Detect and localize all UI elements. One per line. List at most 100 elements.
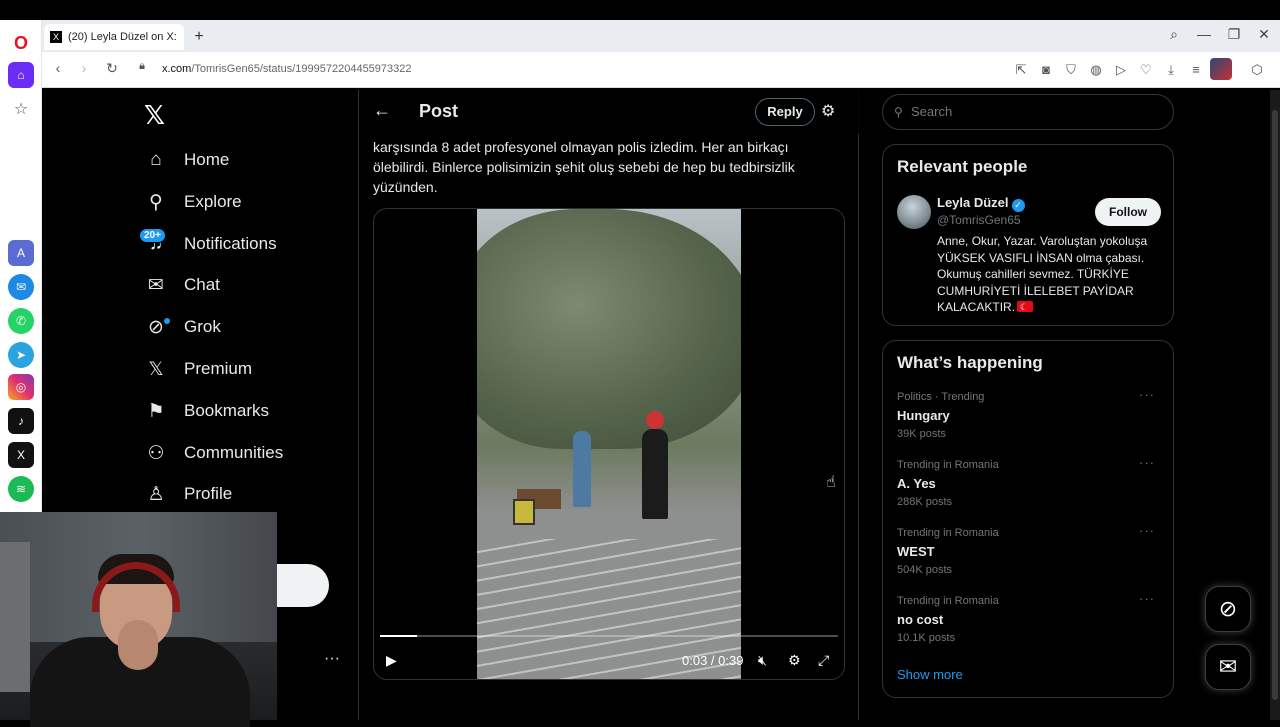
more-icon[interactable]: ··· [1139, 591, 1155, 606]
vpn-icon[interactable]: ◍ [1087, 61, 1105, 79]
video-tree [477, 209, 741, 449]
search-icon: ⚲ [149, 191, 163, 213]
home-icon[interactable]: ⌂ [8, 62, 34, 88]
search-tabs-icon[interactable]: ⌕ [1164, 26, 1184, 43]
nav-label: Explore [184, 192, 242, 211]
messenger-icon[interactable]: ✉ [8, 274, 34, 300]
trend-item[interactable]: Trending in Romania A. Yes 288K posts ··… [897, 455, 1161, 508]
settings-icon[interactable]: ⚙ [788, 652, 801, 669]
grok-dot [164, 318, 170, 324]
post-button[interactable] [274, 564, 329, 607]
video-police [642, 411, 668, 519]
share-icon[interactable]: ⇱ [1012, 61, 1030, 79]
trend-item[interactable]: Trending in Romania WEST 504K posts ··· [897, 523, 1161, 576]
video-progress-fill [380, 635, 417, 637]
nav-label: Bookmarks [184, 401, 270, 420]
more-icon[interactable]: ··· [1139, 523, 1155, 538]
nav-chat[interactable]: ✉ Chat [144, 273, 220, 297]
forward-icon[interactable]: › [74, 60, 94, 76]
url-field[interactable]: x.com/TomrisGen65/status/199957220445597… [162, 63, 412, 75]
back-icon[interactable]: ‹ [48, 60, 68, 76]
follow-button[interactable]: Follow [1095, 198, 1161, 226]
maximize-button[interactable]: ❐ [1224, 26, 1244, 43]
back-arrow-icon[interactable]: ← [373, 100, 391, 121]
trend-item[interactable]: Politics · Trending Hungary 39K posts ··… [897, 387, 1161, 440]
mute-icon[interactable]: 🔇︎ [758, 652, 767, 669]
spotify-icon[interactable]: ≋ [8, 476, 34, 502]
notification-badge: 20+ [139, 228, 166, 243]
video-player[interactable]: ▶ 0:03 / 0:39 🔇︎ ⚙ ⤢ [373, 208, 845, 680]
nav-label: Chat [184, 275, 220, 294]
mail-icon: ✉ [148, 274, 164, 296]
account-more-icon[interactable]: ··· [324, 650, 340, 668]
relevant-title: Relevant people [897, 157, 1028, 176]
download-icon[interactable]: ⤓ [1162, 61, 1180, 79]
minimize-button[interactable]: — [1194, 26, 1214, 42]
sliders-icon[interactable]: ⚙ [821, 101, 835, 121]
video-frame [477, 209, 741, 679]
heart-icon[interactable]: ♡ [1137, 61, 1155, 79]
person-name-text: Leyla Düzel [937, 195, 1009, 210]
post-text: karşısında 8 adet profesyonel olmayan po… [373, 139, 795, 195]
close-button[interactable]: ✕ [1254, 26, 1274, 43]
post-column: ← Post Reply ⚙ karşısında 8 adet profesy… [358, 90, 859, 720]
more-icon[interactable]: ··· [1139, 387, 1155, 402]
shield-icon[interactable]: ⛉ [1062, 61, 1080, 79]
nav-premium[interactable]: 𝕏 Premium [144, 357, 252, 381]
x-icon[interactable]: X [8, 442, 34, 468]
post-header: ← Post Reply ⚙ [359, 90, 859, 134]
more-icon[interactable]: ··· [1139, 455, 1155, 470]
tiktok-icon[interactable]: ♪ [8, 408, 34, 434]
telegram-icon[interactable]: ➤ [8, 342, 34, 368]
right-sidebar: ⚲ Search Relevant people Leyla Düzel ✓ @T… [882, 90, 1174, 720]
whatsapp-icon[interactable]: ✆ [8, 308, 34, 334]
nav-label: Grok [184, 317, 221, 336]
whats-happening-card: What’s happening Politics · Trending Hun… [882, 340, 1174, 698]
new-tab-button[interactable]: + [190, 28, 208, 46]
instagram-icon[interactable]: ◎ [8, 374, 34, 400]
page-title: Post [419, 101, 459, 121]
profile-avatar[interactable] [1210, 58, 1232, 80]
nav-communities[interactable]: ⚇ Communities [144, 441, 283, 465]
extensions-icon[interactable]: ⬡ [1248, 61, 1266, 79]
star-icon[interactable]: ☆ [8, 96, 34, 122]
play-icon[interactable]: ▶ [386, 652, 397, 669]
search-input[interactable]: ⚲ Search [882, 94, 1174, 130]
avatar[interactable] [897, 195, 931, 229]
camera-icon[interactable]: ◙ [1037, 61, 1055, 79]
nav-profile[interactable]: ♙ Profile [144, 482, 232, 506]
aria-icon[interactable]: A [8, 240, 34, 266]
webcam-hand [118, 620, 158, 670]
reload-icon[interactable]: ↻ [102, 60, 122, 77]
nav-bookmarks[interactable]: ⚑ Bookmarks [144, 399, 269, 423]
x-logo-icon[interactable]: 𝕏 [144, 100, 165, 131]
video-progress[interactable] [380, 635, 838, 637]
page-scrollbar[interactable] [1270, 90, 1280, 720]
browser-tab[interactable]: X (20) Leyla Düzel on X: "Po [44, 24, 184, 50]
nav-grok[interactable]: ⊘ Grok [144, 315, 221, 339]
opera-logo-icon[interactable]: O [8, 30, 34, 56]
tab-bar: X (20) Leyla Düzel on X: "Po + ⌕ — ❐ ✕ [42, 20, 1280, 52]
communities-icon: ⚇ [147, 442, 165, 464]
trend-item[interactable]: Trending in Romania no cost 10.1K posts … [897, 591, 1161, 644]
person-handle: @TomrisGen65 [937, 213, 1021, 227]
nav-label: Communities [184, 443, 284, 462]
happening-title: What’s happening [897, 353, 1043, 372]
webcam-overlay [0, 512, 277, 727]
nav-home[interactable]: ⌂ Home [144, 148, 229, 172]
show-more-link[interactable]: Show more [897, 667, 963, 682]
video-person [573, 431, 591, 507]
play-icon[interactable]: ▷ [1112, 61, 1130, 79]
person-icon: ♙ [147, 483, 165, 505]
trend-count: 39K posts [897, 428, 946, 440]
grok-fab-icon[interactable]: ⊘ [1205, 586, 1251, 632]
nav-explore[interactable]: ⚲ Explore [144, 190, 242, 214]
scrollbar-thumb[interactable] [1272, 110, 1278, 700]
trend-name: no cost [897, 612, 944, 627]
fullscreen-icon[interactable]: ⤢ [818, 652, 829, 669]
search-icon: ⚲ [894, 105, 903, 119]
reply-button[interactable]: Reply [755, 98, 815, 126]
messages-fab-icon[interactable]: ✉ [1205, 644, 1251, 690]
menu-icon[interactable]: ≡ [1187, 61, 1205, 79]
person-name[interactable]: Leyla Düzel ✓ [937, 195, 1025, 212]
